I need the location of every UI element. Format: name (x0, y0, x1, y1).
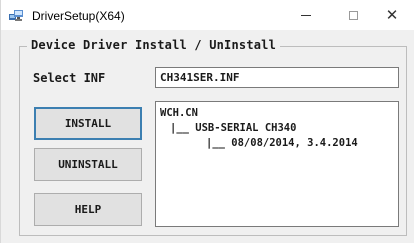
tree-version: |__ 08/08/2014, 3.4.2014 (206, 137, 358, 149)
close-icon: ✕ (385, 6, 399, 24)
inf-file-field[interactable]: CH341SER.INF (155, 67, 399, 88)
title-bar[interactable]: DriverSetup(X64) ✕ (1, 0, 414, 30)
driver-info-tree[interactable]: WCH.CN |__ USB-SERIAL CH340 |__ 08/08/20… (155, 101, 399, 227)
minimize-icon (301, 14, 311, 16)
minimize-button[interactable] (283, 0, 329, 30)
window-title: DriverSetup(X64) (32, 9, 125, 23)
maximize-icon (348, 10, 358, 20)
help-button[interactable]: HELP (34, 193, 142, 226)
select-inf-label: Select INF (33, 71, 106, 85)
tree-device: |__ USB-SERIAL CH340 (170, 122, 297, 134)
driver-setup-window: DriverSetup(X64) ✕ Device Driver Install… (0, 0, 414, 243)
uninstall-button[interactable]: UNINSTALL (34, 148, 142, 181)
driver-setup-app-icon (9, 10, 23, 21)
install-button[interactable]: INSTALL (34, 107, 142, 140)
tree-vendor: WCH.CN (160, 107, 198, 119)
groupbox-title: Device Driver Install / UnInstall (27, 38, 281, 52)
close-button[interactable]: ✕ (369, 0, 414, 30)
